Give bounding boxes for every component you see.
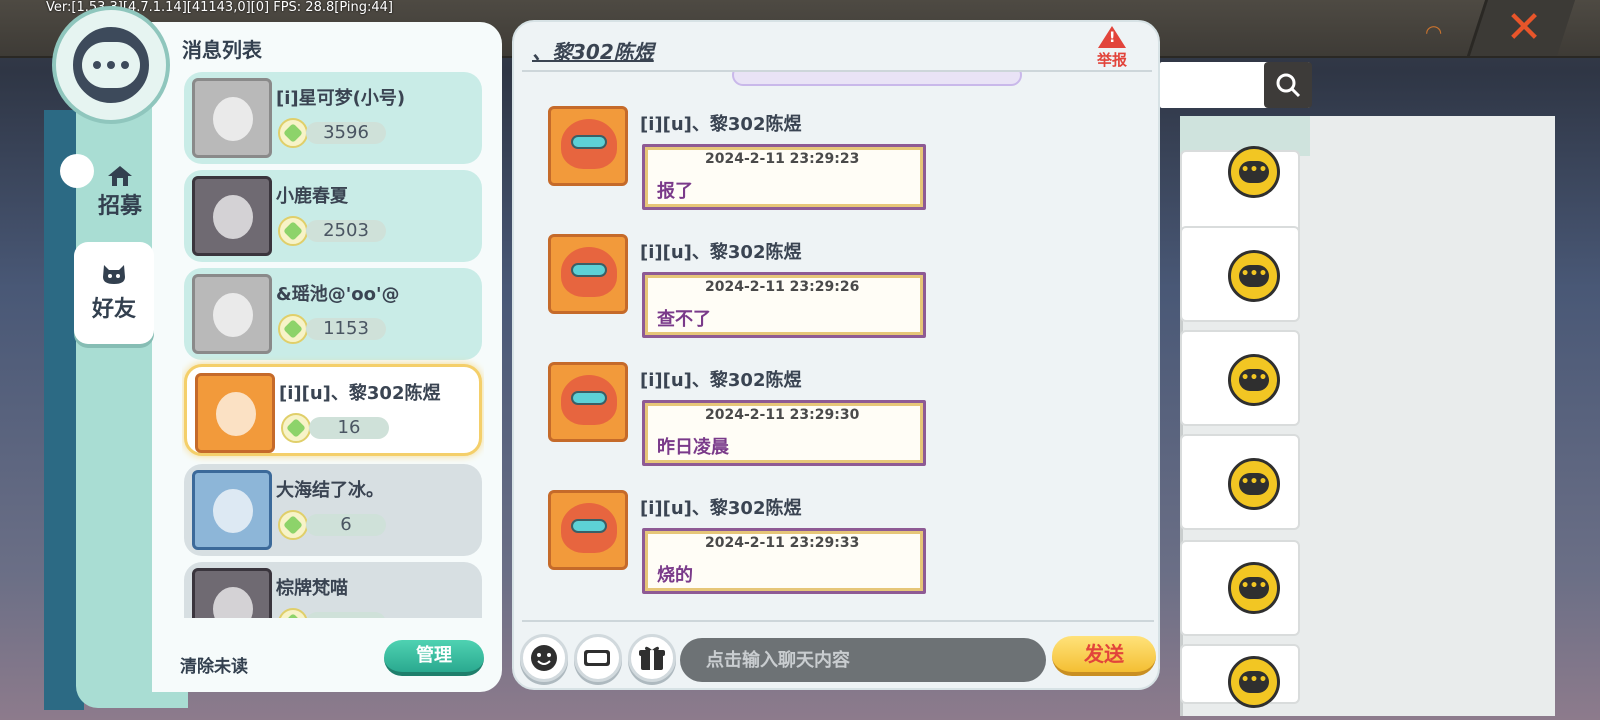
- message-bubble: 2024-2-11 23:29:26 查不了: [642, 272, 926, 338]
- message-timestamp: 2024-2-11 23:29:33: [705, 535, 860, 551]
- chat-title: 、黎302陈煜: [532, 40, 654, 64]
- intimacy-count: 6: [306, 514, 386, 536]
- contact-name: 棕牌梵喵: [276, 578, 348, 599]
- gift-icon: [639, 646, 665, 670]
- message-timestamp: 2024-2-11 23:29:30: [705, 407, 860, 423]
- avatar[interactable]: [548, 490, 628, 570]
- message-timestamp: 2024-2-11 23:29:26: [705, 279, 860, 295]
- avatar: [192, 274, 272, 354]
- list-item[interactable]: &瑶池@'oo'@ 1153: [184, 268, 482, 360]
- message-sender: [i][u]、黎302陈煜: [640, 114, 802, 135]
- intimacy-count: 1153: [306, 318, 386, 340]
- chat-bubble-icon: •••: [1228, 146, 1280, 198]
- gem-icon: [278, 216, 308, 246]
- message-bubble: 2024-2-11 23:29:30 昨日凌晨: [642, 400, 926, 466]
- close-icon[interactable]: ✕: [1500, 4, 1548, 52]
- message-sender: [i][u]、黎302陈煜: [640, 242, 802, 263]
- clear-unread-button[interactable]: 清除未读: [180, 652, 248, 677]
- avatar: [195, 373, 275, 453]
- manage-button[interactable]: 管理: [384, 640, 484, 676]
- contact-name: &瑶池@'oo'@: [276, 284, 400, 305]
- chat-message: [i][u]、黎302陈煜 2024-2-11 23:29:23 报了: [544, 102, 964, 222]
- avatar: [192, 176, 272, 256]
- intimacy-count: [306, 612, 386, 618]
- message-list[interactable]: [i]星可梦(小号) 3596 小鹿春夏 2503 &瑶池@'oo'@ 1153…: [182, 70, 484, 618]
- avatar[interactable]: [548, 362, 628, 442]
- message-bubble: 2024-2-11 23:29:33 烧的: [642, 528, 926, 594]
- chat-bubble-icon: •••: [1228, 458, 1280, 510]
- chat-input[interactable]: [680, 638, 1046, 682]
- chat-message: [i][u]、黎302陈煜 2024-2-11 23:29:33 烧的: [544, 486, 964, 606]
- message-text: 报了: [657, 181, 693, 202]
- contact-name: 小鹿春夏: [276, 186, 348, 207]
- home-icon: [108, 166, 132, 186]
- warning-icon: !: [1098, 26, 1126, 48]
- list-item-selected[interactable]: [i][u]、黎302陈煜 16: [184, 364, 482, 456]
- gem-icon: [278, 118, 308, 148]
- contact-name: [i]星可梦(小号): [276, 88, 406, 109]
- gem-icon: [278, 314, 308, 344]
- card-icon: [584, 650, 610, 666]
- cat-icon: [103, 265, 125, 284]
- emoji-button[interactable]: [520, 634, 568, 682]
- gift-button[interactable]: [628, 634, 676, 682]
- list-item[interactable]: 小鹿春夏 2503: [184, 170, 482, 262]
- avatar: [192, 568, 272, 618]
- chat-avatar-badge: [52, 6, 170, 124]
- list-item[interactable]: 棕牌梵喵: [184, 562, 482, 618]
- chat-message-list[interactable]: [i][u]、黎302陈煜 2024-2-11 23:29:23 报了 [i][…: [520, 72, 1152, 618]
- message-bubble: 2024-2-11 23:29:23 报了: [642, 144, 926, 210]
- list-item[interactable]: [i]星可梦(小号) 3596: [184, 72, 482, 164]
- message-text: 查不了: [657, 309, 711, 330]
- chat-bubble-icon: •••: [1228, 562, 1280, 614]
- rss-icon: ◠: [1426, 20, 1442, 44]
- message-timestamp: 2024-2-11 23:29:23: [705, 151, 860, 167]
- emoji-icon: [531, 645, 557, 671]
- gem-icon: [278, 608, 308, 618]
- avatar: [192, 78, 272, 158]
- tab-friends[interactable]: 好友: [74, 242, 154, 344]
- report-label: 举报: [1096, 51, 1127, 69]
- divider: [522, 620, 1154, 622]
- list-item[interactable]: 大海结了冰。 6: [184, 464, 482, 556]
- search-icon: [1264, 62, 1312, 108]
- intimacy-count: 3596: [306, 122, 386, 144]
- message-text: 昨日凌晨: [657, 437, 729, 458]
- chat-message: [i][u]、黎302陈煜 2024-2-11 23:29:30 昨日凌晨: [544, 358, 964, 478]
- contact-name: 大海结了冰。: [276, 480, 384, 501]
- avatar[interactable]: [548, 106, 628, 186]
- message-list-title: 消息列表: [182, 38, 262, 62]
- tab-recruit[interactable]: 招募: [88, 150, 152, 220]
- chat-bubble-icon: •••: [1228, 656, 1280, 708]
- contact-name: [i][u]、黎302陈煜: [279, 383, 441, 404]
- chat-bubble-icon: •••: [1228, 354, 1280, 406]
- tab-recruit-label: 招募: [97, 194, 142, 219]
- tab-friends-label: 好友: [91, 297, 136, 322]
- chat-message: [i][u]、黎302陈煜 2024-2-11 23:29:26 查不了: [544, 230, 964, 350]
- message-sender: [i][u]、黎302陈煜: [640, 498, 802, 519]
- card-button[interactable]: [574, 634, 622, 682]
- gem-icon: [278, 510, 308, 540]
- intimacy-count: 2503: [306, 220, 386, 242]
- chat-bubble-icon: •••: [1228, 250, 1280, 302]
- report-button[interactable]: ! 举报: [1090, 26, 1134, 70]
- gem-icon: [281, 413, 311, 443]
- message-text: 烧的: [657, 565, 693, 586]
- avatar[interactable]: [548, 234, 628, 314]
- avatar: [192, 470, 272, 550]
- chat-bubble-icon: [82, 42, 140, 88]
- message-sender: [i][u]、黎302陈煜: [640, 370, 802, 391]
- send-button[interactable]: 发送: [1052, 636, 1156, 676]
- intimacy-count: 16: [309, 417, 389, 439]
- date-banner: [732, 72, 1022, 86]
